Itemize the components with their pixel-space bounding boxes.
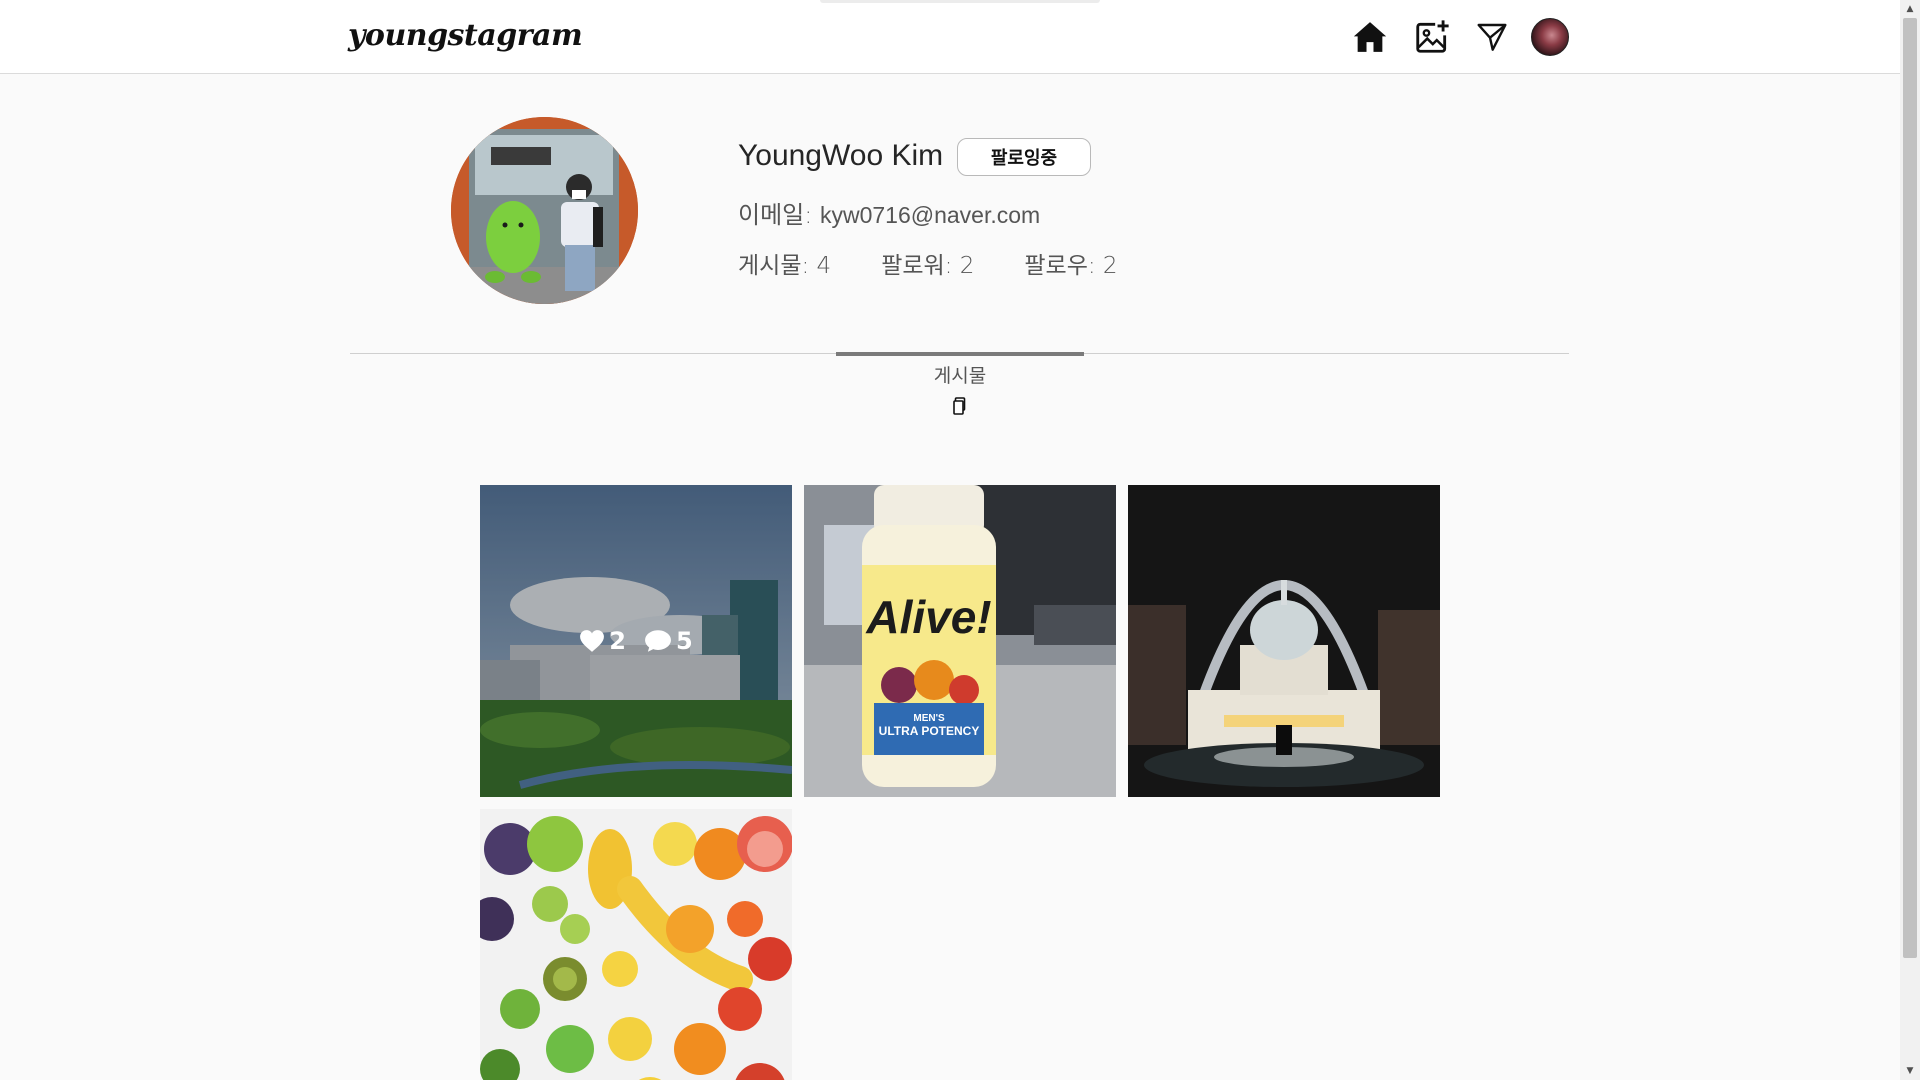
email-value: kyw0716@naver.com [819, 202, 1041, 228]
add-photo-icon [1416, 20, 1449, 53]
add-post-button[interactable] [1411, 16, 1453, 58]
comments-stat: 5 [644, 627, 693, 655]
following-button[interactable]: 팔로잉중 [957, 138, 1091, 176]
posts-tab-icon [953, 397, 966, 415]
scroll-down-arrow-icon[interactable]: ▼ [1900, 1062, 1920, 1080]
comments-count: 5 [676, 627, 693, 655]
top-nav-bar: youngstagram [0, 0, 1900, 74]
heart-icon [580, 630, 605, 652]
direct-message-button[interactable] [1472, 16, 1512, 58]
tab-posts[interactable]: 게시물 [836, 361, 1084, 388]
post-tile[interactable] [1128, 485, 1440, 797]
email-row: 이메일: kyw0716@naver.com [738, 195, 1040, 230]
post-tile[interactable]: 2 5 [480, 485, 792, 797]
app-logo[interactable]: youngstagram [348, 18, 583, 53]
profile-avatar [1531, 18, 1569, 56]
bottle-brand-text: Alive! [865, 591, 991, 643]
top-notification-edge [820, 0, 1100, 3]
email-label: 이메일: [738, 201, 820, 229]
bottle-label-line2: ULTRA POTENCY [879, 724, 980, 738]
home-icon [1353, 22, 1387, 52]
post-image [480, 809, 792, 1080]
posts-count: 게시물: 4 [738, 253, 832, 279]
scroll-up-arrow-icon[interactable]: ▲ [1900, 0, 1920, 18]
likes-stat: 2 [579, 627, 626, 655]
profile-stats: 게시물: 4 팔로워: 2 팔로우: 2 [738, 246, 1168, 280]
following-count[interactable]: 팔로우: 2 [1024, 246, 1117, 280]
post-hover-overlay: 2 5 [480, 485, 792, 797]
page-scrollbar[interactable]: ▲ ▼ [1900, 0, 1920, 1080]
profile-photo [451, 117, 638, 304]
home-button[interactable] [1349, 16, 1391, 58]
likes-count: 2 [609, 627, 626, 655]
post-tile[interactable] [480, 809, 792, 1080]
followers-count[interactable]: 팔로워: 2 [881, 246, 974, 280]
comment-icon [645, 630, 671, 652]
post-image: Alive! MEN'S ULTRA POTENCY [804, 485, 1116, 797]
send-icon [1477, 23, 1507, 51]
active-tab-indicator [836, 352, 1084, 356]
bottle-label-line1: MEN'S [913, 713, 945, 724]
my-profile-button[interactable] [1530, 16, 1570, 58]
profile-username: YoungWoo Kim [738, 139, 944, 172]
post-image [1128, 485, 1440, 797]
scrollbar-thumb[interactable] [1903, 18, 1917, 958]
post-tile[interactable]: Alive! MEN'S ULTRA POTENCY [804, 485, 1116, 797]
